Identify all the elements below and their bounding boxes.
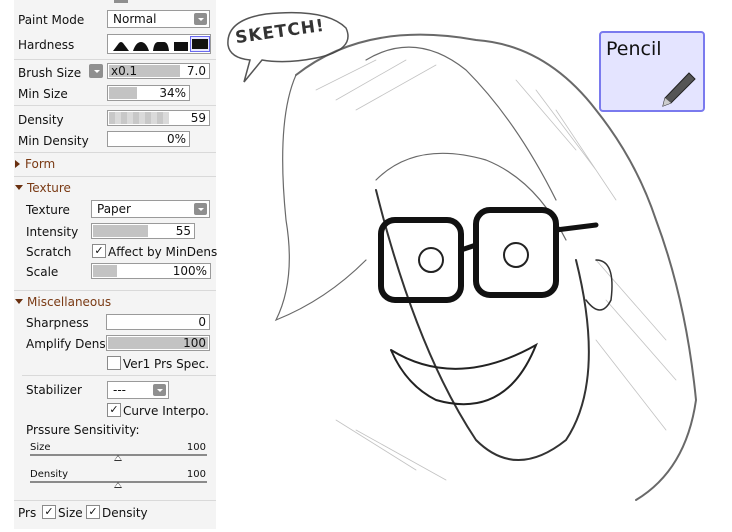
density-label: Density: [18, 113, 64, 127]
ver1-prs-spec-label: Ver1 Prs Spec.: [123, 357, 210, 371]
curve-interpo-checkbox[interactable]: ✓: [107, 403, 121, 417]
min-size-slider[interactable]: 34%: [107, 85, 190, 101]
scratch-label: Scratch: [26, 245, 72, 259]
chevron-down-icon[interactable]: [194, 13, 207, 25]
brush-size-value: 7.0: [186, 64, 206, 78]
stabilizer-select[interactable]: ---: [107, 381, 169, 399]
form-section-label: Form: [25, 157, 56, 171]
brush-size-label: Brush Size: [18, 66, 82, 80]
stabilizer-label: Stabilizer: [26, 383, 82, 397]
pressure-size-thumb[interactable]: [114, 455, 122, 461]
pressure-density-value: 100: [186, 469, 206, 480]
collapse-arrow-icon: [15, 185, 23, 190]
pencil-icon: [662, 72, 696, 107]
miscellaneous-section-label: Miscellaneous: [27, 295, 112, 309]
form-section-header[interactable]: Form: [15, 157, 55, 171]
density-slider[interactable]: 59: [107, 110, 210, 126]
brush-settings-panel: Paint Mode Normal Hardness Brush Size x0…: [14, 0, 218, 529]
divider: [14, 105, 216, 106]
ver1-prs-spec-checkbox[interactable]: [107, 356, 121, 370]
hardness-2-button[interactable]: [131, 37, 150, 51]
brush-size-multiplier: x0.1: [111, 64, 138, 78]
prs-label: Prs: [18, 506, 37, 520]
hardness-4-button[interactable]: [171, 37, 190, 51]
divider: [14, 500, 216, 501]
min-size-value: 34%: [159, 86, 186, 100]
min-density-slider[interactable]: 0%: [107, 131, 190, 147]
prs-size-checkbox[interactable]: ✓: [42, 505, 56, 519]
hardness-label: Hardness: [18, 38, 75, 52]
min-density-value: 0%: [166, 132, 186, 146]
paint-mode-label: Paint Mode: [18, 13, 85, 27]
intensity-slider[interactable]: 55: [91, 223, 195, 239]
pressure-size-value: 100: [186, 442, 206, 453]
pressure-density-label: Density: [30, 469, 69, 480]
density-value: 59: [190, 111, 206, 125]
prs-density-label: Density: [102, 506, 148, 520]
amplify-density-value: 100: [183, 336, 206, 350]
paint-mode-select[interactable]: Normal: [107, 10, 210, 28]
scale-value: 100%: [172, 264, 207, 278]
sharpness-value: 0: [198, 315, 206, 329]
affect-by-mindens-checkbox[interactable]: ✓: [92, 244, 106, 258]
pressure-density-thumb[interactable]: [114, 482, 122, 488]
intensity-value: 55: [175, 224, 191, 238]
divider: [14, 290, 216, 291]
hardness-1-button[interactable]: [111, 37, 130, 51]
miscellaneous-section-header[interactable]: Miscellaneous: [15, 295, 111, 309]
hardness-5-button[interactable]: [190, 36, 210, 52]
tool-name: Pencil: [606, 38, 662, 60]
intensity-label: Intensity: [26, 225, 79, 239]
chevron-down-icon[interactable]: [153, 384, 166, 396]
sharpness-slider[interactable]: 0: [106, 314, 210, 330]
amplify-density-label: Amplify Dens.: [26, 337, 110, 351]
prs-size-label: Size: [58, 506, 83, 520]
brush-size-multiplier-dropdown[interactable]: [89, 64, 103, 78]
divider: [14, 152, 216, 153]
min-density-label: Min Density: [18, 134, 89, 148]
pressure-sensitivity-label: Prssure Sensitivity:: [26, 423, 140, 437]
scale-label: Scale: [26, 265, 59, 279]
texture-section-header[interactable]: Texture: [15, 181, 71, 195]
amplify-density-slider[interactable]: 100: [106, 335, 210, 351]
chevron-down-icon[interactable]: [194, 203, 207, 215]
scale-slider[interactable]: 100%: [91, 263, 211, 279]
curve-interpo-label: Curve Interpo.: [123, 404, 209, 418]
expand-arrow-icon: [15, 160, 20, 168]
texture-section-label: Texture: [27, 181, 71, 195]
top-slider-remnant[interactable]: [114, 0, 128, 3]
sharpness-label: Sharpness: [26, 316, 89, 330]
prs-density-checkbox[interactable]: ✓: [86, 505, 100, 519]
pressure-size-label: Size: [30, 442, 51, 453]
texture-select[interactable]: Paper: [91, 200, 210, 218]
hardness-selector: [107, 34, 211, 54]
divider: [22, 375, 216, 376]
divider: [14, 59, 216, 60]
brush-size-slider[interactable]: x0.1 7.0: [107, 63, 210, 79]
stabilizer-value: ---: [113, 383, 126, 397]
hardness-3-button[interactable]: [151, 37, 170, 51]
divider: [14, 176, 216, 177]
affect-by-mindens-label: Affect by MinDens: [108, 245, 218, 259]
texture-label: Texture: [26, 203, 70, 217]
paint-mode-value: Normal: [113, 12, 157, 26]
min-size-label: Min Size: [18, 87, 68, 101]
current-tool-badge[interactable]: Pencil: [599, 31, 705, 112]
collapse-arrow-icon: [15, 299, 23, 304]
chevron-down-icon: [90, 65, 103, 77]
texture-value: Paper: [97, 202, 131, 216]
